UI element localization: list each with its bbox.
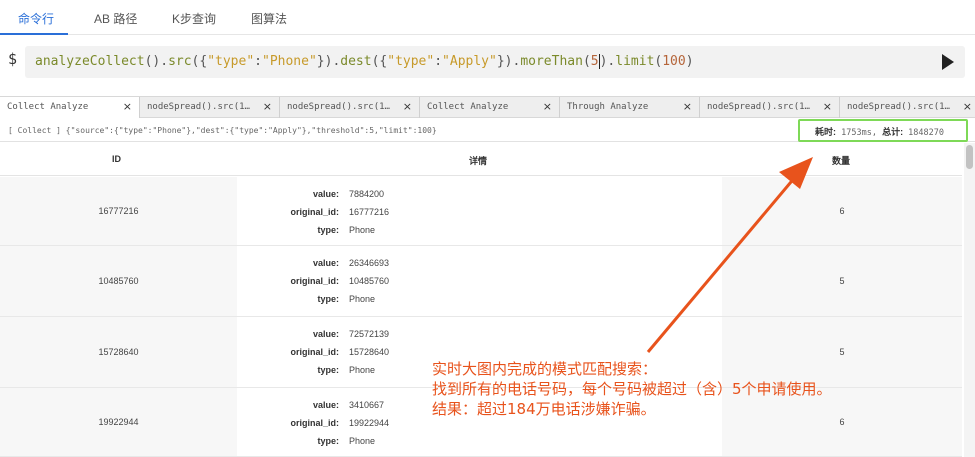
annotation-line-1: 实时大图内完成的模式匹配搜索： (432, 360, 658, 378)
annotation-callout: 实时大图内完成的模式匹配搜索： 找到所有的电话号码，每个号码被超过（含）5个申请… (432, 359, 972, 419)
annotation-line-2: 找到所有的电话号码，每个号码被超过（含）5个申请使用。 (432, 380, 832, 398)
annotation-arrow-shaft (646, 175, 798, 353)
annotation-line-3: 结果：超过184万电话涉嫌诈骗。 (432, 400, 656, 418)
annotation-arrow-head (779, 157, 813, 189)
